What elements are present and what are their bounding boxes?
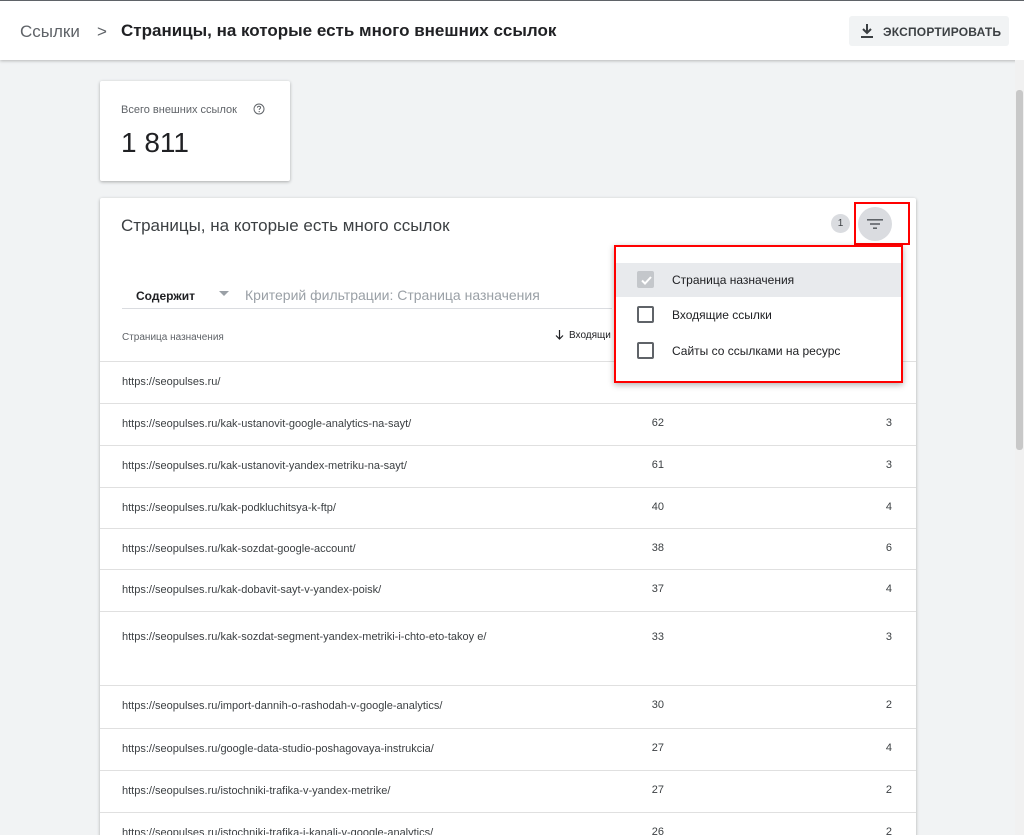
row-url[interactable]: https://seopulses.ru/import-dannih-o-ras… xyxy=(122,698,512,714)
menu-item-label: Входящие ссылки xyxy=(672,308,772,322)
row-url[interactable]: https://seopulses.ru/istochniki-trafika-… xyxy=(122,825,512,835)
table-row[interactable]: https://seopulses.ru/kak-dobavit-sayt-v-… xyxy=(100,569,916,611)
total-links-value: 1 811 xyxy=(121,127,189,158)
check-icon xyxy=(641,276,652,285)
table-row[interactable]: https://seopulses.ru/kak-ustanovit-yande… xyxy=(100,445,916,487)
row-incoming: 38 xyxy=(651,542,664,554)
table-row[interactable]: https://seopulses.ru/kak-sozdat-google-a… xyxy=(100,528,916,569)
table-row[interactable]: https://seopulses.ru/istochniki-trafika-… xyxy=(100,770,916,812)
row-sites: 4 xyxy=(885,742,892,754)
table-body: https://seopulses.ru/ https://seopulses.… xyxy=(100,361,916,835)
row-url[interactable]: https://seopulses.ru/ xyxy=(122,374,512,390)
row-incoming: 26 xyxy=(651,826,664,835)
menu-item-linking-sites[interactable]: Сайты со ссылками на ресурс xyxy=(616,334,901,368)
table-row[interactable]: https://seopulses.ru/kak-sozdat-segment-… xyxy=(100,611,916,685)
filter-column-menu: Страница назначения Входящие ссылки Сайт… xyxy=(614,245,903,383)
row-sites: 3 xyxy=(885,459,892,471)
row-url[interactable]: https://seopulses.ru/google-data-studio-… xyxy=(122,741,512,757)
menu-item-incoming-links[interactable]: Входящие ссылки xyxy=(616,298,901,332)
top-bar: Ссылки > Страницы, на которые есть много… xyxy=(0,0,1024,60)
table-row[interactable]: https://seopulses.ru/kak-ustanovit-googl… xyxy=(100,403,916,445)
row-url[interactable]: https://seopulses.ru/kak-sozdat-segment-… xyxy=(122,629,507,645)
help-icon[interactable] xyxy=(253,103,265,115)
table-title: Страницы, на которые есть много ссылок xyxy=(121,216,450,235)
filter-operator-select[interactable]: Содержит xyxy=(136,289,195,303)
row-incoming: 33 xyxy=(651,631,664,643)
table-row[interactable]: https://seopulses.ru/google-data-studio-… xyxy=(100,728,916,770)
table-row[interactable]: https://seopulses.ru/kak-podkluchitsya-k… xyxy=(100,487,916,528)
breadcrumb-links[interactable]: Ссылки xyxy=(20,22,80,42)
caret-down-icon[interactable] xyxy=(219,291,229,296)
page-title: Страницы, на которые есть много внешних … xyxy=(121,21,557,40)
total-links-label: Всего внешних ссылок xyxy=(121,104,237,116)
row-url[interactable]: https://seopulses.ru/kak-sozdat-google-a… xyxy=(122,541,512,557)
row-incoming: 27 xyxy=(651,742,664,754)
row-sites: 4 xyxy=(885,583,892,595)
row-url[interactable]: https://seopulses.ru/istochniki-trafika-… xyxy=(122,783,512,799)
row-sites: 3 xyxy=(885,631,892,643)
table-row[interactable]: https://seopulses.ru/istochniki-trafika-… xyxy=(100,812,916,835)
table-row[interactable]: https://seopulses.ru/import-dannih-o-ras… xyxy=(100,685,916,728)
checkbox-linking-sites[interactable] xyxy=(637,342,654,359)
row-url[interactable]: https://seopulses.ru/kak-podkluchitsya-k… xyxy=(122,500,512,516)
menu-item-label: Страница назначения xyxy=(672,273,795,287)
row-sites: 2 xyxy=(885,826,892,835)
row-sites: 2 xyxy=(885,784,892,796)
row-incoming: 61 xyxy=(651,459,664,471)
filter-button-highlight xyxy=(854,202,910,245)
row-url[interactable]: https://seopulses.ru/kak-ustanovit-yande… xyxy=(122,458,512,474)
total-links-card: Всего внешних ссылок 1 811 xyxy=(100,81,290,181)
row-incoming: 27 xyxy=(651,784,664,796)
column-header-target-page[interactable]: Страница назначения xyxy=(122,332,224,343)
filter-underline xyxy=(122,308,612,309)
row-sites: 2 xyxy=(885,699,892,711)
row-url[interactable]: https://seopulses.ru/kak-dobavit-sayt-v-… xyxy=(122,582,512,598)
filter-count-badge: 1 xyxy=(831,214,850,233)
column-header-incoming[interactable]: Входящи xyxy=(555,330,611,341)
scrollbar-thumb[interactable] xyxy=(1016,90,1023,450)
menu-item-target-page[interactable]: Страница назначения xyxy=(616,263,901,297)
menu-item-label: Сайты со ссылками на ресурс xyxy=(672,344,841,358)
column-header-incoming-label: Входящи xyxy=(569,330,611,341)
row-incoming: 30 xyxy=(651,699,664,711)
export-label: ЭКСПОРТИРОВАТЬ xyxy=(883,25,1002,39)
checkbox-target-page[interactable] xyxy=(637,271,654,288)
row-sites: 3 xyxy=(885,417,892,429)
row-incoming: 62 xyxy=(651,417,664,429)
breadcrumb-separator: > xyxy=(97,22,107,41)
row-incoming: 37 xyxy=(651,583,664,595)
row-sites: 6 xyxy=(885,542,892,554)
checkbox-incoming-links[interactable] xyxy=(637,306,654,323)
export-button[interactable]: ЭКСПОРТИРОВАТЬ xyxy=(849,16,1009,46)
filter-criteria-input[interactable]: Критерий фильтрации: Страница назначения xyxy=(245,287,540,303)
row-incoming: 40 xyxy=(651,501,664,513)
row-url[interactable]: https://seopulses.ru/kak-ustanovit-googl… xyxy=(122,416,512,432)
arrow-down-icon xyxy=(555,330,564,340)
download-icon xyxy=(861,24,873,38)
row-sites: 4 xyxy=(885,501,892,513)
